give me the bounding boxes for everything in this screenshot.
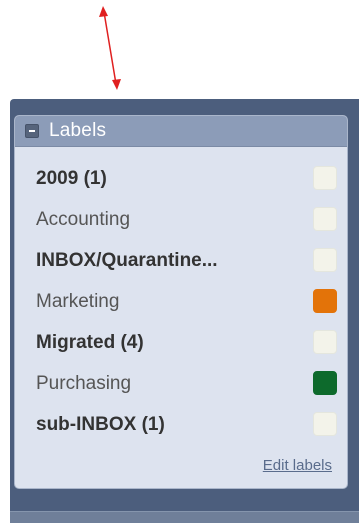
label-item[interactable]: Migrated (4): [15, 322, 347, 363]
label-color-swatch[interactable]: [313, 289, 337, 313]
label-list: 2009 (1) Accounting INBOX/Quarantine... …: [15, 147, 347, 445]
label-item[interactable]: Purchasing: [15, 363, 347, 404]
label-item[interactable]: Marketing: [15, 281, 347, 322]
labels-box: Labels 2009 (1) Accounting INBOX/Quarant…: [14, 115, 348, 489]
label-color-swatch[interactable]: [313, 412, 337, 436]
labels-header: Labels: [15, 116, 347, 147]
label-color-swatch[interactable]: [313, 371, 337, 395]
label-name: Purchasing: [36, 372, 132, 394]
label-name: INBOX/Quarantine...: [36, 249, 218, 271]
label-item[interactable]: Accounting: [15, 199, 347, 240]
label-color-swatch[interactable]: [313, 207, 337, 231]
collapse-minus-icon[interactable]: [25, 124, 39, 138]
label-color-swatch[interactable]: [313, 166, 337, 190]
label-name: Migrated (4): [36, 331, 144, 353]
label-name: Marketing: [36, 290, 120, 312]
label-color-swatch[interactable]: [313, 248, 337, 272]
label-color-swatch[interactable]: [313, 330, 337, 354]
label-name: Accounting: [36, 208, 131, 230]
label-item[interactable]: sub-INBOX (1): [15, 404, 347, 445]
edit-labels-link[interactable]: Edit labels: [263, 457, 332, 474]
label-item[interactable]: 2009 (1): [15, 158, 347, 199]
screen: Labels 2009 (1) Accounting INBOX/Quarant…: [0, 0, 359, 523]
label-item[interactable]: INBOX/Quarantine...: [15, 240, 347, 281]
label-name: sub-INBOX (1): [36, 413, 165, 435]
labels-title: Labels: [49, 120, 107, 141]
panel-bottom-strip: [10, 511, 359, 523]
double-arrow-annotation: [99, 6, 121, 90]
label-name: 2009 (1): [36, 167, 107, 189]
